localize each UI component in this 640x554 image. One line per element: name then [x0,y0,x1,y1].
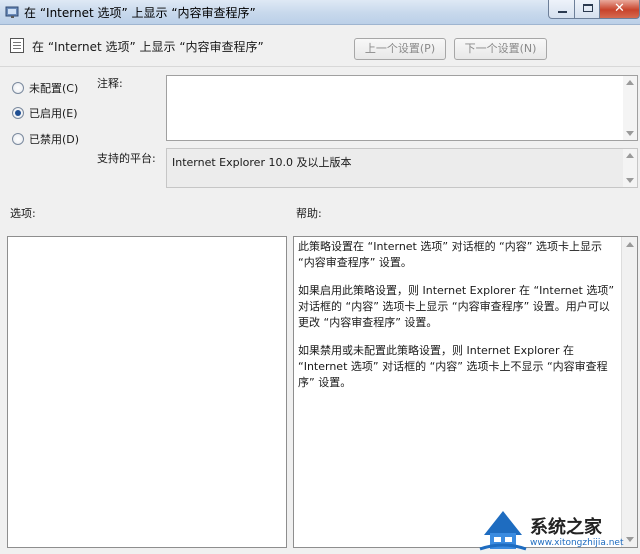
radio-label: 未配置(C) [29,82,79,95]
comment-scrollbar[interactable] [623,76,637,140]
help-paragraph: 此策略设置在 “Internet 选项” 对话框的 “内容” 选项卡上显示 “内… [298,240,602,269]
maximize-button[interactable] [574,0,600,19]
radio-disabled[interactable]: 已禁用(D) [12,131,92,147]
help-scrollbar[interactable] [621,237,637,547]
maximize-icon [583,4,593,12]
radio-circle [12,133,24,145]
minimize-button[interactable] [548,0,575,19]
next-setting-button[interactable]: 下一个设置(N) [454,38,547,60]
radio-label: 已禁用(D) [29,133,80,146]
setting-name: 在 “Internet 选项” 上显示 “内容审查程序” [32,40,264,54]
scroll-up-icon [626,153,634,158]
comment-label: 注释: [97,77,123,90]
watermark-logo-icon [479,511,527,551]
scroll-down-icon [626,131,634,136]
policy-setting-icon [10,38,24,53]
comment-textarea[interactable] [166,75,638,141]
platform-scrollbar[interactable] [623,149,637,187]
close-icon: ✕ [614,1,625,16]
watermark: 系统之家 www.xitongzhijia.net [478,505,640,554]
radio-circle-selected [12,107,24,119]
header-divider [0,66,640,67]
options-label: 选项: [10,207,36,220]
scroll-up-icon [626,242,634,247]
title-bar: 在 “Internet 选项” 上显示 “内容审查程序” ✕ [0,0,640,25]
radio-not-configured[interactable]: 未配置(C) [12,80,92,96]
help-label: 帮助: [296,207,322,220]
help-paragraph: 如果禁用或未配置此策略设置，则 Internet Explorer 在 “Int… [298,344,608,389]
watermark-url: www.xitongzhijia.net [530,538,624,548]
supported-platform-box: Internet Explorer 10.0 及以上版本 [166,148,638,188]
scroll-up-icon [626,80,634,85]
options-pane [7,236,287,548]
supported-platform-value: Internet Explorer 10.0 及以上版本 [172,156,352,169]
close-button[interactable]: ✕ [599,0,640,19]
minimize-icon [558,11,567,13]
previous-setting-button[interactable]: 上一个设置(P) [354,38,446,60]
help-paragraph: 如果启用此策略设置，则 Internet Explorer 在 “Interne… [298,284,615,329]
supported-platform-label: 支持的平台: [97,152,156,165]
window-title: 在 “Internet 选项” 上显示 “内容审查程序” [24,6,256,20]
watermark-text: 系统之家 [530,517,602,538]
scroll-down-icon [626,178,634,183]
help-pane: 此策略设置在 “Internet 选项” 对话框的 “内容” 选项卡上显示 “内… [293,236,638,548]
radio-enabled[interactable]: 已启用(E) [12,105,92,121]
radio-label: 已启用(E) [29,107,78,120]
radio-circle [12,82,24,94]
policy-window-icon [5,6,19,18]
